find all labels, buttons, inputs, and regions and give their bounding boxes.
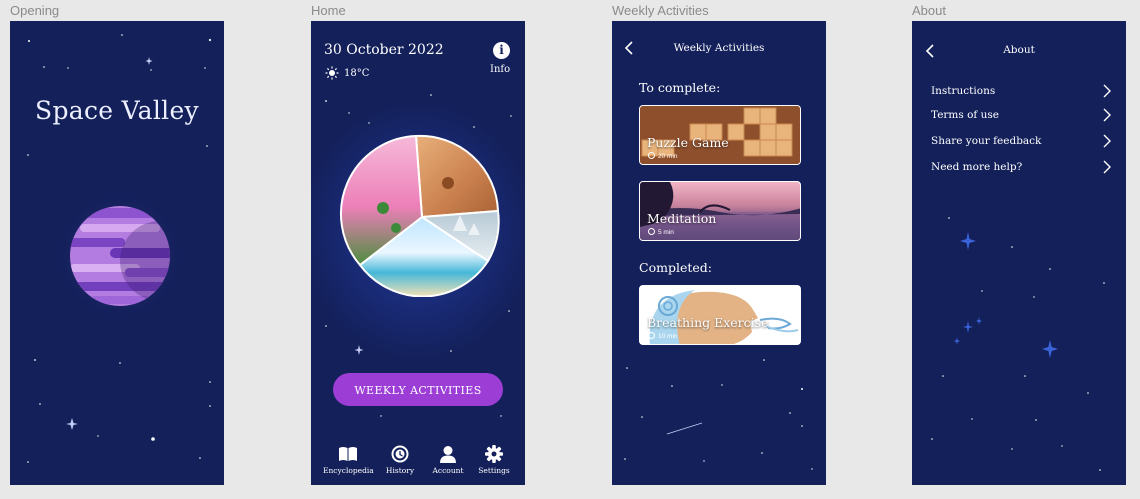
activity-card-meditation[interactable]: Meditation 5 min xyxy=(639,181,801,241)
menu-label: Need more help? xyxy=(931,161,1023,173)
opening-screen: Space Valley xyxy=(10,21,224,485)
menu-label: Instructions xyxy=(931,85,996,97)
activity-pie-wheel[interactable] xyxy=(338,133,502,297)
book-icon xyxy=(339,447,357,461)
gear-icon xyxy=(485,445,503,463)
home-date: 30 October 2022 xyxy=(324,42,444,58)
activity-title: Puzzle Game xyxy=(647,135,729,150)
home-screen: 30 October 2022 18°C i Info WEEKLY ACTIV… xyxy=(311,21,525,485)
chevron-right-icon xyxy=(1103,84,1111,98)
menu-label: Terms of use xyxy=(931,109,1000,121)
menu-item-help[interactable]: Need more help? xyxy=(931,159,1111,179)
nav-label-settings: Settings xyxy=(478,466,510,475)
pie-slice-canyon xyxy=(414,134,500,219)
clock-icon xyxy=(648,332,655,339)
weekly-title: Weekly Activities xyxy=(673,42,765,54)
sun-icon xyxy=(325,66,339,80)
bottom-nav: Encyclopedia History Account Settings xyxy=(311,441,525,485)
about-title: About xyxy=(1003,44,1035,56)
weekly-activities-button[interactable]: WEEKLY ACTIVITIES xyxy=(333,373,503,406)
activity-card-puzzle[interactable]: Puzzle Game 20 min xyxy=(639,105,801,165)
chevron-right-icon xyxy=(1103,108,1111,122)
nav-item-encyclopedia[interactable]: Encyclopedia xyxy=(323,445,374,475)
frame-label-opening: Opening xyxy=(10,3,60,18)
chevron-right-icon xyxy=(1103,134,1111,148)
activity-title: Meditation xyxy=(647,211,717,226)
nav-item-settings[interactable]: Settings xyxy=(469,445,519,475)
to-complete-heading: To complete: xyxy=(639,80,721,95)
nav-label-account: Account xyxy=(432,466,464,475)
info-label[interactable]: Info xyxy=(490,64,510,75)
activity-duration: 20 min xyxy=(648,152,678,160)
nav-label-history: History xyxy=(385,466,415,475)
planet-illustration xyxy=(52,188,188,324)
frame-label-about: About xyxy=(912,3,946,18)
activity-title: Breathing Exercise xyxy=(647,315,769,330)
chevron-right-icon xyxy=(1103,160,1111,174)
nav-item-history[interactable]: History xyxy=(375,445,425,475)
history-clock-icon xyxy=(391,445,409,463)
activity-duration: 5 min xyxy=(648,228,674,236)
activity-duration: 10 min xyxy=(648,332,678,340)
menu-item-feedback[interactable]: Share your feedback xyxy=(931,133,1111,153)
frame-label-home: Home xyxy=(311,3,346,18)
about-screen: About Instructions Terms of use Share yo… xyxy=(912,21,1126,485)
clock-icon xyxy=(648,228,655,235)
nav-label-encyclopedia: Encyclopedia xyxy=(323,466,374,475)
weekly-activities-screen: Weekly Activities To complete: Puzzle Ga… xyxy=(612,21,826,485)
app-title: Space Valley xyxy=(35,96,199,125)
user-icon xyxy=(440,446,456,463)
completed-heading: Completed: xyxy=(639,260,712,275)
activity-card-breathing[interactable]: Breathing Exercise 10 min xyxy=(639,285,801,345)
frame-label-weekly: Weekly Activities xyxy=(612,3,709,18)
menu-item-terms[interactable]: Terms of use xyxy=(931,107,1111,127)
info-icon[interactable]: i xyxy=(493,42,510,59)
menu-item-instructions[interactable]: Instructions xyxy=(931,83,1111,103)
clock-icon xyxy=(648,152,655,159)
nav-item-account[interactable]: Account xyxy=(423,445,473,475)
menu-label: Share your feedback xyxy=(931,135,1042,147)
temperature: 18°C xyxy=(344,68,370,79)
